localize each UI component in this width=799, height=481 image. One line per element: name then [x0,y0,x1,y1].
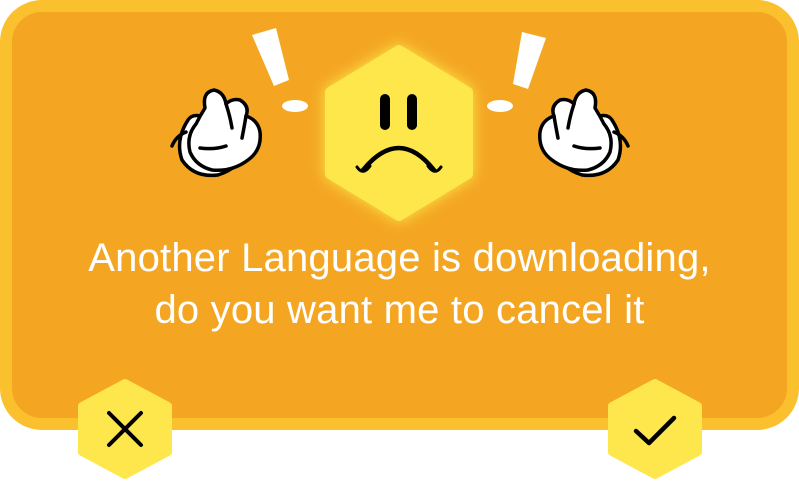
message-line-2: do you want me to cancel it [154,288,645,332]
download-cancel-dialog-screen: Another Language is downloading, do you … [0,0,799,481]
message-line-1: Another Language is downloading, [88,236,711,280]
confirm-button[interactable] [606,377,704,481]
dialog-message: Another Language is downloading, do you … [0,232,799,336]
cancel-button[interactable] [76,377,174,481]
